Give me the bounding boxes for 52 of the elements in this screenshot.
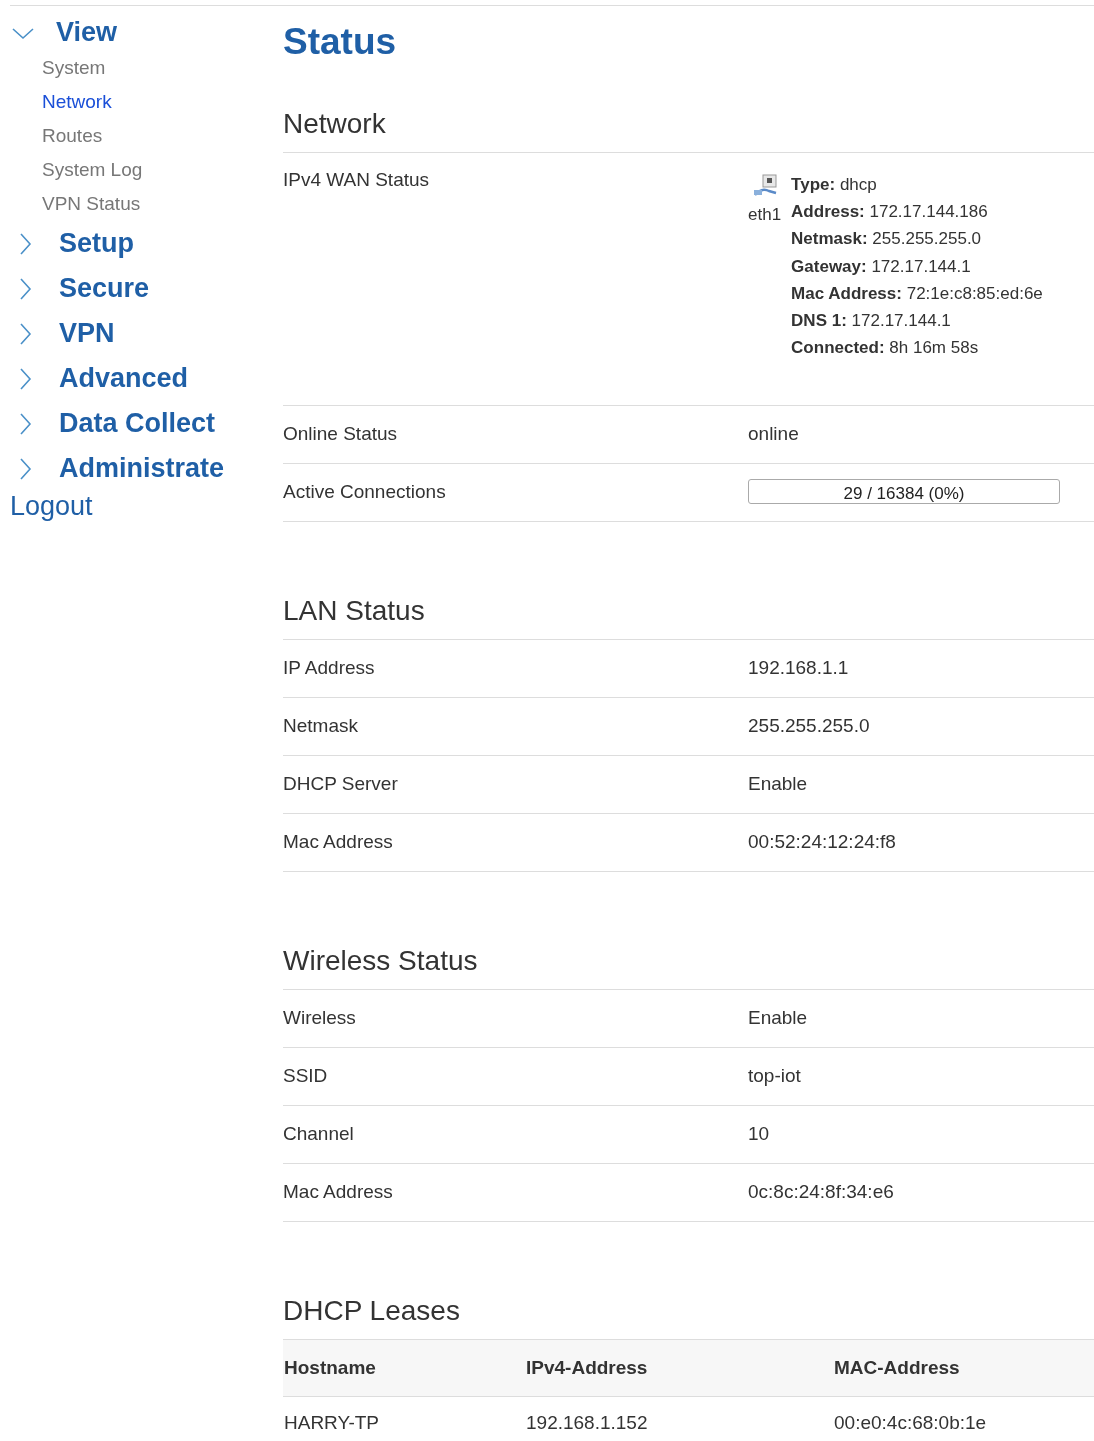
field-label: Online Status <box>283 422 399 447</box>
table-cell-text: 192.168.1.152 <box>525 1411 649 1436</box>
section-heading: Network <box>283 107 1094 153</box>
sidebar-group[interactable]: Setup <box>59 228 134 259</box>
column-header: IPv4-Address <box>525 1340 833 1398</box>
field-label: Netmask <box>283 714 359 739</box>
sidebar-group[interactable]: Data Collect <box>59 408 216 439</box>
field-value: top-iot <box>748 1064 801 1089</box>
field-label: SSID <box>283 1064 329 1089</box>
field-label: Mac Address <box>283 830 394 855</box>
sidebar-group[interactable]: Advanced <box>59 363 189 394</box>
logout-link[interactable]: Logout <box>10 491 93 522</box>
status-detail: Gateway: 172.17.144.1 <box>791 255 972 278</box>
field-value: 192.168.1.1 <box>748 656 849 681</box>
field-label: IP Address <box>283 656 376 681</box>
section-heading: Wireless Status <box>283 944 1094 991</box>
status-detail: Type: dhcp <box>791 174 878 196</box>
sidebar-group[interactable]: Secure <box>59 273 150 304</box>
table-cell-text: HARRY-TP <box>283 1411 381 1436</box>
field-value: Enable <box>748 1006 808 1031</box>
sidebar-item[interactable]: VPN Status <box>42 187 283 221</box>
sidebar-item[interactable]: Network <box>42 85 283 119</box>
field-label: DHCP Server <box>283 772 399 797</box>
field-label: IPv4 WAN Status <box>283 169 431 192</box>
sidebar-item[interactable]: System Log <box>42 153 283 187</box>
interface-name: eth1 <box>748 205 782 225</box>
field-label: Wireless <box>283 1006 357 1031</box>
progress-bar: 29 / 16384 (0%) <box>748 479 1060 505</box>
column-header: MAC-Address <box>833 1340 1094 1398</box>
page-title: Status <box>283 20 398 64</box>
status-detail: Address: 172.17.144.186 <box>791 201 989 224</box>
field-value: Enable <box>748 772 808 797</box>
column-header: Hostname <box>283 1340 525 1398</box>
section-heading: LAN Status <box>283 594 1094 641</box>
sidebar-group[interactable]: Administrate <box>59 453 225 484</box>
field-value: 10 <box>748 1122 770 1147</box>
status-detail: DNS 1: 172.17.144.1 <box>791 310 952 332</box>
status-detail: Mac Address: 72:1e:c8:85:ed:6e <box>791 282 1043 305</box>
sidebar-group[interactable]: View <box>56 17 118 48</box>
table-cell-text: 00:e0:4c:68:0b:1e <box>833 1411 988 1436</box>
field-label: Channel <box>283 1122 355 1147</box>
sidebar-group[interactable]: VPN <box>59 318 115 349</box>
field-value: online <box>748 422 799 447</box>
status-detail: Netmask: 255.255.255.0 <box>791 228 983 251</box>
field-value: 255.255.255.0 <box>748 714 870 739</box>
sidebar-item[interactable]: System <box>42 51 283 85</box>
field-label: Mac Address <box>283 1180 394 1205</box>
field-label: Active Connections <box>283 480 447 505</box>
field-value: 0c:8c:24:8f:34:e6 <box>748 1180 894 1205</box>
sidebar-item[interactable]: Routes <box>42 119 283 153</box>
field-value: 00:52:24:12:24:f8 <box>748 830 896 855</box>
status-detail: Connected: 8h 16m 58s <box>791 337 980 360</box>
